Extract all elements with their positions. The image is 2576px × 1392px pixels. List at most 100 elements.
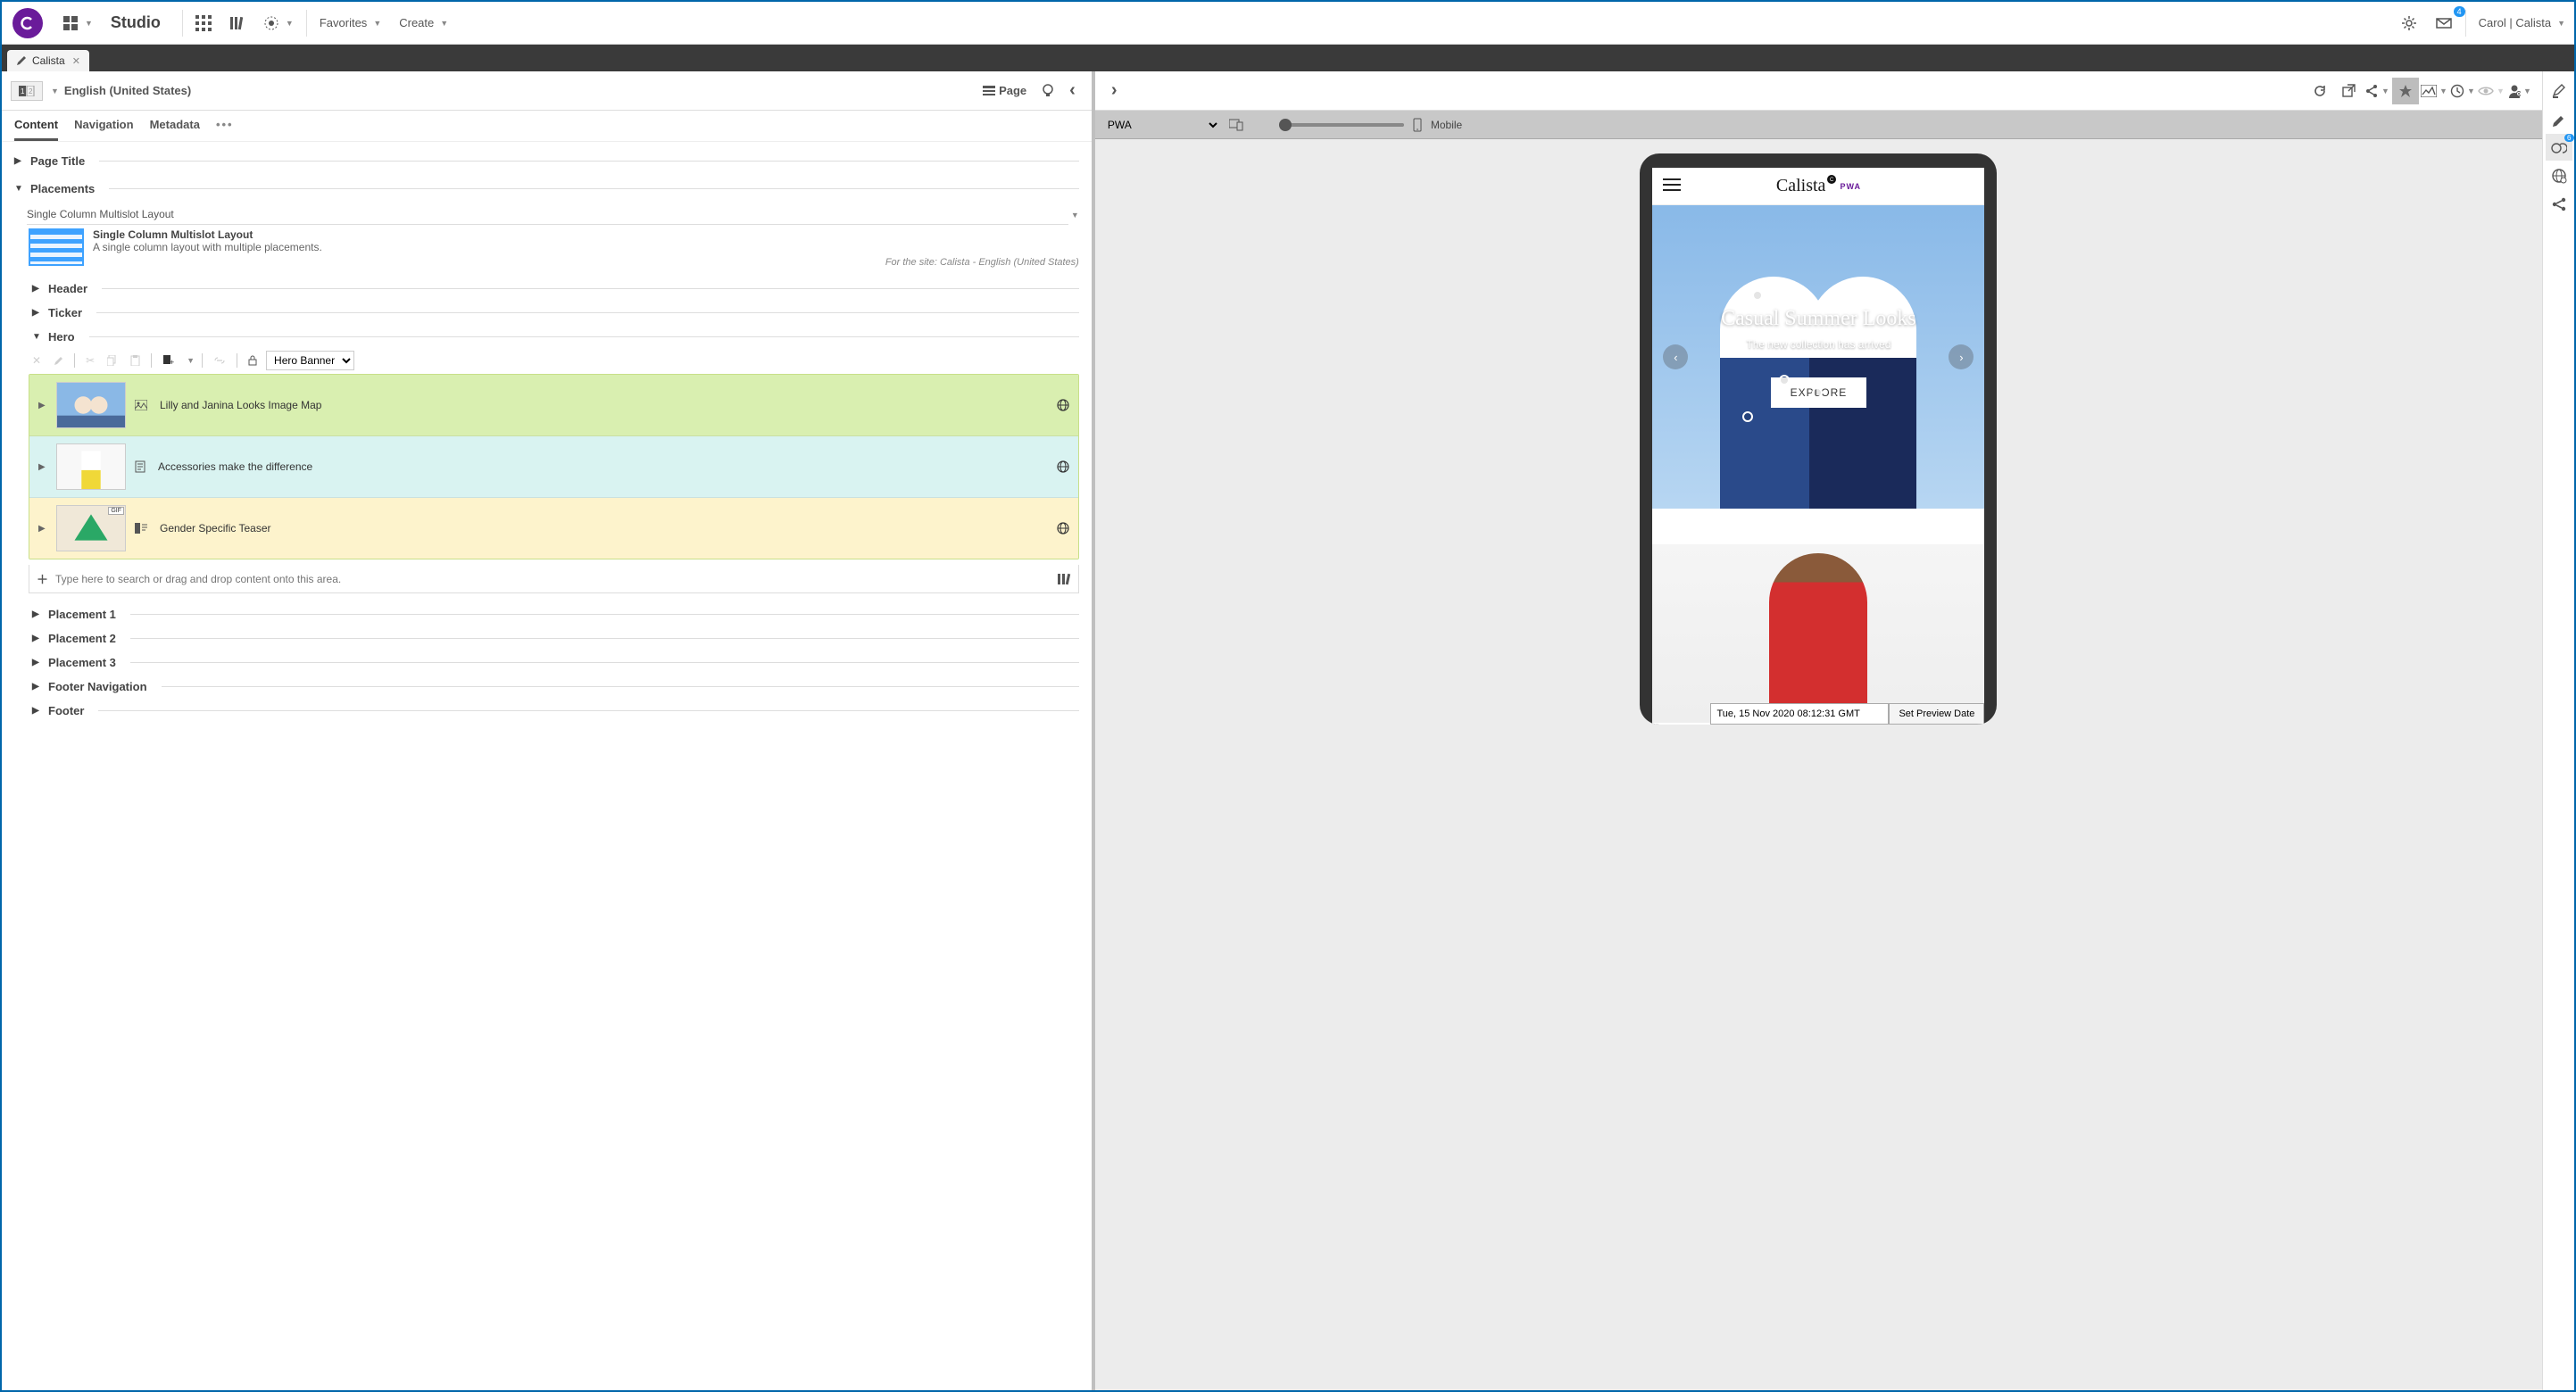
chevron-down-icon[interactable]: ▼: [187, 356, 195, 365]
device-toolbar: PWA Mobile: [1095, 111, 2542, 139]
time-travel-icon[interactable]: ▼: [2449, 78, 2476, 104]
section-page-title[interactable]: ▶ Page Title: [2, 147, 1092, 175]
globe-icon[interactable]: [1057, 460, 1069, 473]
placement-2[interactable]: ▶ Placement 2: [2, 626, 1092, 650]
lightbulb-icon[interactable]: [1034, 78, 1062, 104]
content-card[interactable]: ▶ GIF Gender Specific Teaser: [29, 498, 1078, 559]
highlighter-icon[interactable]: [2546, 77, 2572, 104]
layout-title: Single Column Multislot Layout: [93, 228, 1079, 241]
persona-icon[interactable]: ▼: [2506, 78, 2533, 104]
layout-description: A single column layout with multiple pla…: [93, 241, 1079, 253]
device-slider[interactable]: [1279, 123, 1404, 127]
placement-ticker[interactable]: ▶ Ticker: [2, 301, 1092, 325]
globe-icon[interactable]: [1057, 399, 1069, 411]
layout-select[interactable]: Single Column Multislot Layout: [27, 204, 1068, 225]
add-icon[interactable]: ＋: [37, 570, 48, 587]
placement-label: Placement 2: [48, 632, 116, 645]
placement-label: Placement 3: [48, 656, 116, 669]
marker-icon[interactable]: [2546, 105, 2572, 132]
hamburger-icon[interactable]: [1663, 178, 1681, 191]
phone-screen: Calista C PWA ‹ ›: [1652, 168, 1984, 725]
content-card[interactable]: ▶ Accessories make the difference: [29, 436, 1078, 498]
dashboard-switcher[interactable]: ▼: [54, 10, 102, 37]
chevron-right-icon: ▶: [32, 706, 41, 716]
carousel-prev-icon[interactable]: ‹: [1663, 344, 1688, 369]
bookmark-star-icon[interactable]: [2392, 78, 2419, 104]
image-hotspot[interactable]: [1812, 387, 1823, 398]
set-preview-date-button[interactable]: Set Preview Date: [1889, 703, 1984, 725]
secondary-teaser[interactable]: [1652, 544, 1984, 723]
section-placements[interactable]: ▼ Placements: [2, 175, 1092, 203]
close-tab-icon[interactable]: ✕: [71, 55, 82, 67]
slider-knob[interactable]: [1279, 119, 1292, 131]
hero-title: Casual Summer Looks: [1721, 307, 1916, 331]
notification-badge: 4: [2454, 6, 2465, 17]
tab-more[interactable]: •••: [216, 118, 234, 141]
placement-1[interactable]: ▶ Placement 1: [2, 602, 1092, 626]
chevron-right-icon[interactable]: ▶: [38, 401, 47, 410]
phone-frame: Calista C PWA ‹ ›: [1640, 153, 1997, 725]
responsive-icon[interactable]: [1229, 119, 1243, 131]
image-overlay-icon[interactable]: ▼: [2421, 78, 2447, 104]
tab-navigation[interactable]: Navigation: [74, 118, 133, 141]
viewtype-select[interactable]: Hero Banner: [266, 351, 354, 370]
layout-card: Single Column Multislot Layout A single …: [29, 228, 1079, 268]
thumbnail: [56, 382, 126, 428]
channel-select[interactable]: PWA: [1104, 118, 1220, 132]
settings-gear-icon[interactable]: [2392, 10, 2426, 37]
user-menu[interactable]: Carol | Calista ▼: [2470, 11, 2574, 35]
placement-footer-navigation[interactable]: ▶ Footer Navigation: [2, 675, 1092, 699]
open-external-icon[interactable]: [2335, 78, 2362, 104]
edit-icon: [16, 55, 27, 66]
apps-grid-icon[interactable]: [187, 10, 220, 37]
expand-right-icon[interactable]: ›: [1104, 75, 1125, 106]
create-menu[interactable]: Create ▼: [390, 11, 457, 35]
library-icon[interactable]: [220, 10, 254, 37]
thumbnail: [56, 443, 126, 490]
preview-header: › ▼ ▼ ▼ ▼: [1095, 71, 2542, 111]
form-header: 12 ▼ English (United States) Page ‹: [2, 71, 1092, 111]
document-tab[interactable]: Calista ✕: [7, 50, 89, 71]
device-label: Mobile: [1431, 119, 1462, 131]
hero-banner[interactable]: ‹ › Casual Summer Looks The new collecti…: [1652, 205, 1984, 509]
create-content-icon[interactable]: +: [159, 352, 179, 369]
linklist-drop-area[interactable]: ＋: [29, 565, 1079, 593]
image-hotspot[interactable]: [1742, 411, 1753, 422]
reload-icon[interactable]: [2306, 78, 2333, 104]
globe-settings-icon[interactable]: [2546, 162, 2572, 189]
target-icon[interactable]: ▼: [254, 10, 303, 37]
doctype-indicator[interactable]: Page: [976, 79, 1034, 103]
placement-footer[interactable]: ▶ Footer: [2, 699, 1092, 723]
placement-hero[interactable]: ▼ Hero: [2, 325, 1092, 349]
share-rail-icon[interactable]: [2546, 191, 2572, 218]
tab-content[interactable]: Content: [14, 118, 58, 141]
chevron-right-icon[interactable]: ▶: [38, 524, 47, 534]
preview-date-input[interactable]: [1710, 703, 1889, 725]
chevron-right-icon[interactable]: ▶: [38, 462, 47, 472]
brand-logo[interactable]: Calista: [1776, 176, 1826, 196]
right-rail: 6: [2542, 71, 2574, 1390]
content-card[interactable]: ▶ Lilly and Janina Looks Image Map: [29, 375, 1078, 436]
chevron-down-icon[interactable]: ▼: [1071, 211, 1079, 220]
carousel-next-icon[interactable]: ›: [1949, 344, 1974, 369]
favorites-menu[interactable]: Favorites ▼: [311, 11, 390, 35]
globe-icon[interactable]: [1057, 522, 1069, 534]
linklist-search-input[interactable]: [55, 573, 1050, 585]
card-title: Lilly and Janina Looks Image Map: [160, 399, 1048, 411]
lock-icon[interactable]: [245, 352, 261, 369]
inbox-icon[interactable]: 4: [2426, 10, 2462, 37]
open-library-icon[interactable]: [1057, 573, 1071, 585]
locale-chip[interactable]: 12: [11, 81, 43, 101]
collapse-left-icon[interactable]: ‹: [1062, 75, 1083, 106]
feedback-icon[interactable]: 6: [2546, 134, 2572, 161]
teaser-icon: [135, 523, 147, 534]
top-toolbar: ▼ Studio ▼ Favorites ▼ Create ▼ 4 Carol …: [2, 2, 2574, 45]
locale-caret[interactable]: ▼: [51, 87, 59, 95]
placement-3[interactable]: ▶ Placement 3: [2, 650, 1092, 675]
placement-header[interactable]: ▶ Header: [2, 277, 1092, 301]
app-logo[interactable]: [12, 8, 43, 38]
tab-metadata[interactable]: Metadata: [150, 118, 200, 141]
chevron-down-icon: ▼: [14, 184, 23, 194]
visibility-icon[interactable]: ▼: [2478, 78, 2505, 104]
share-icon[interactable]: ▼: [2364, 78, 2390, 104]
